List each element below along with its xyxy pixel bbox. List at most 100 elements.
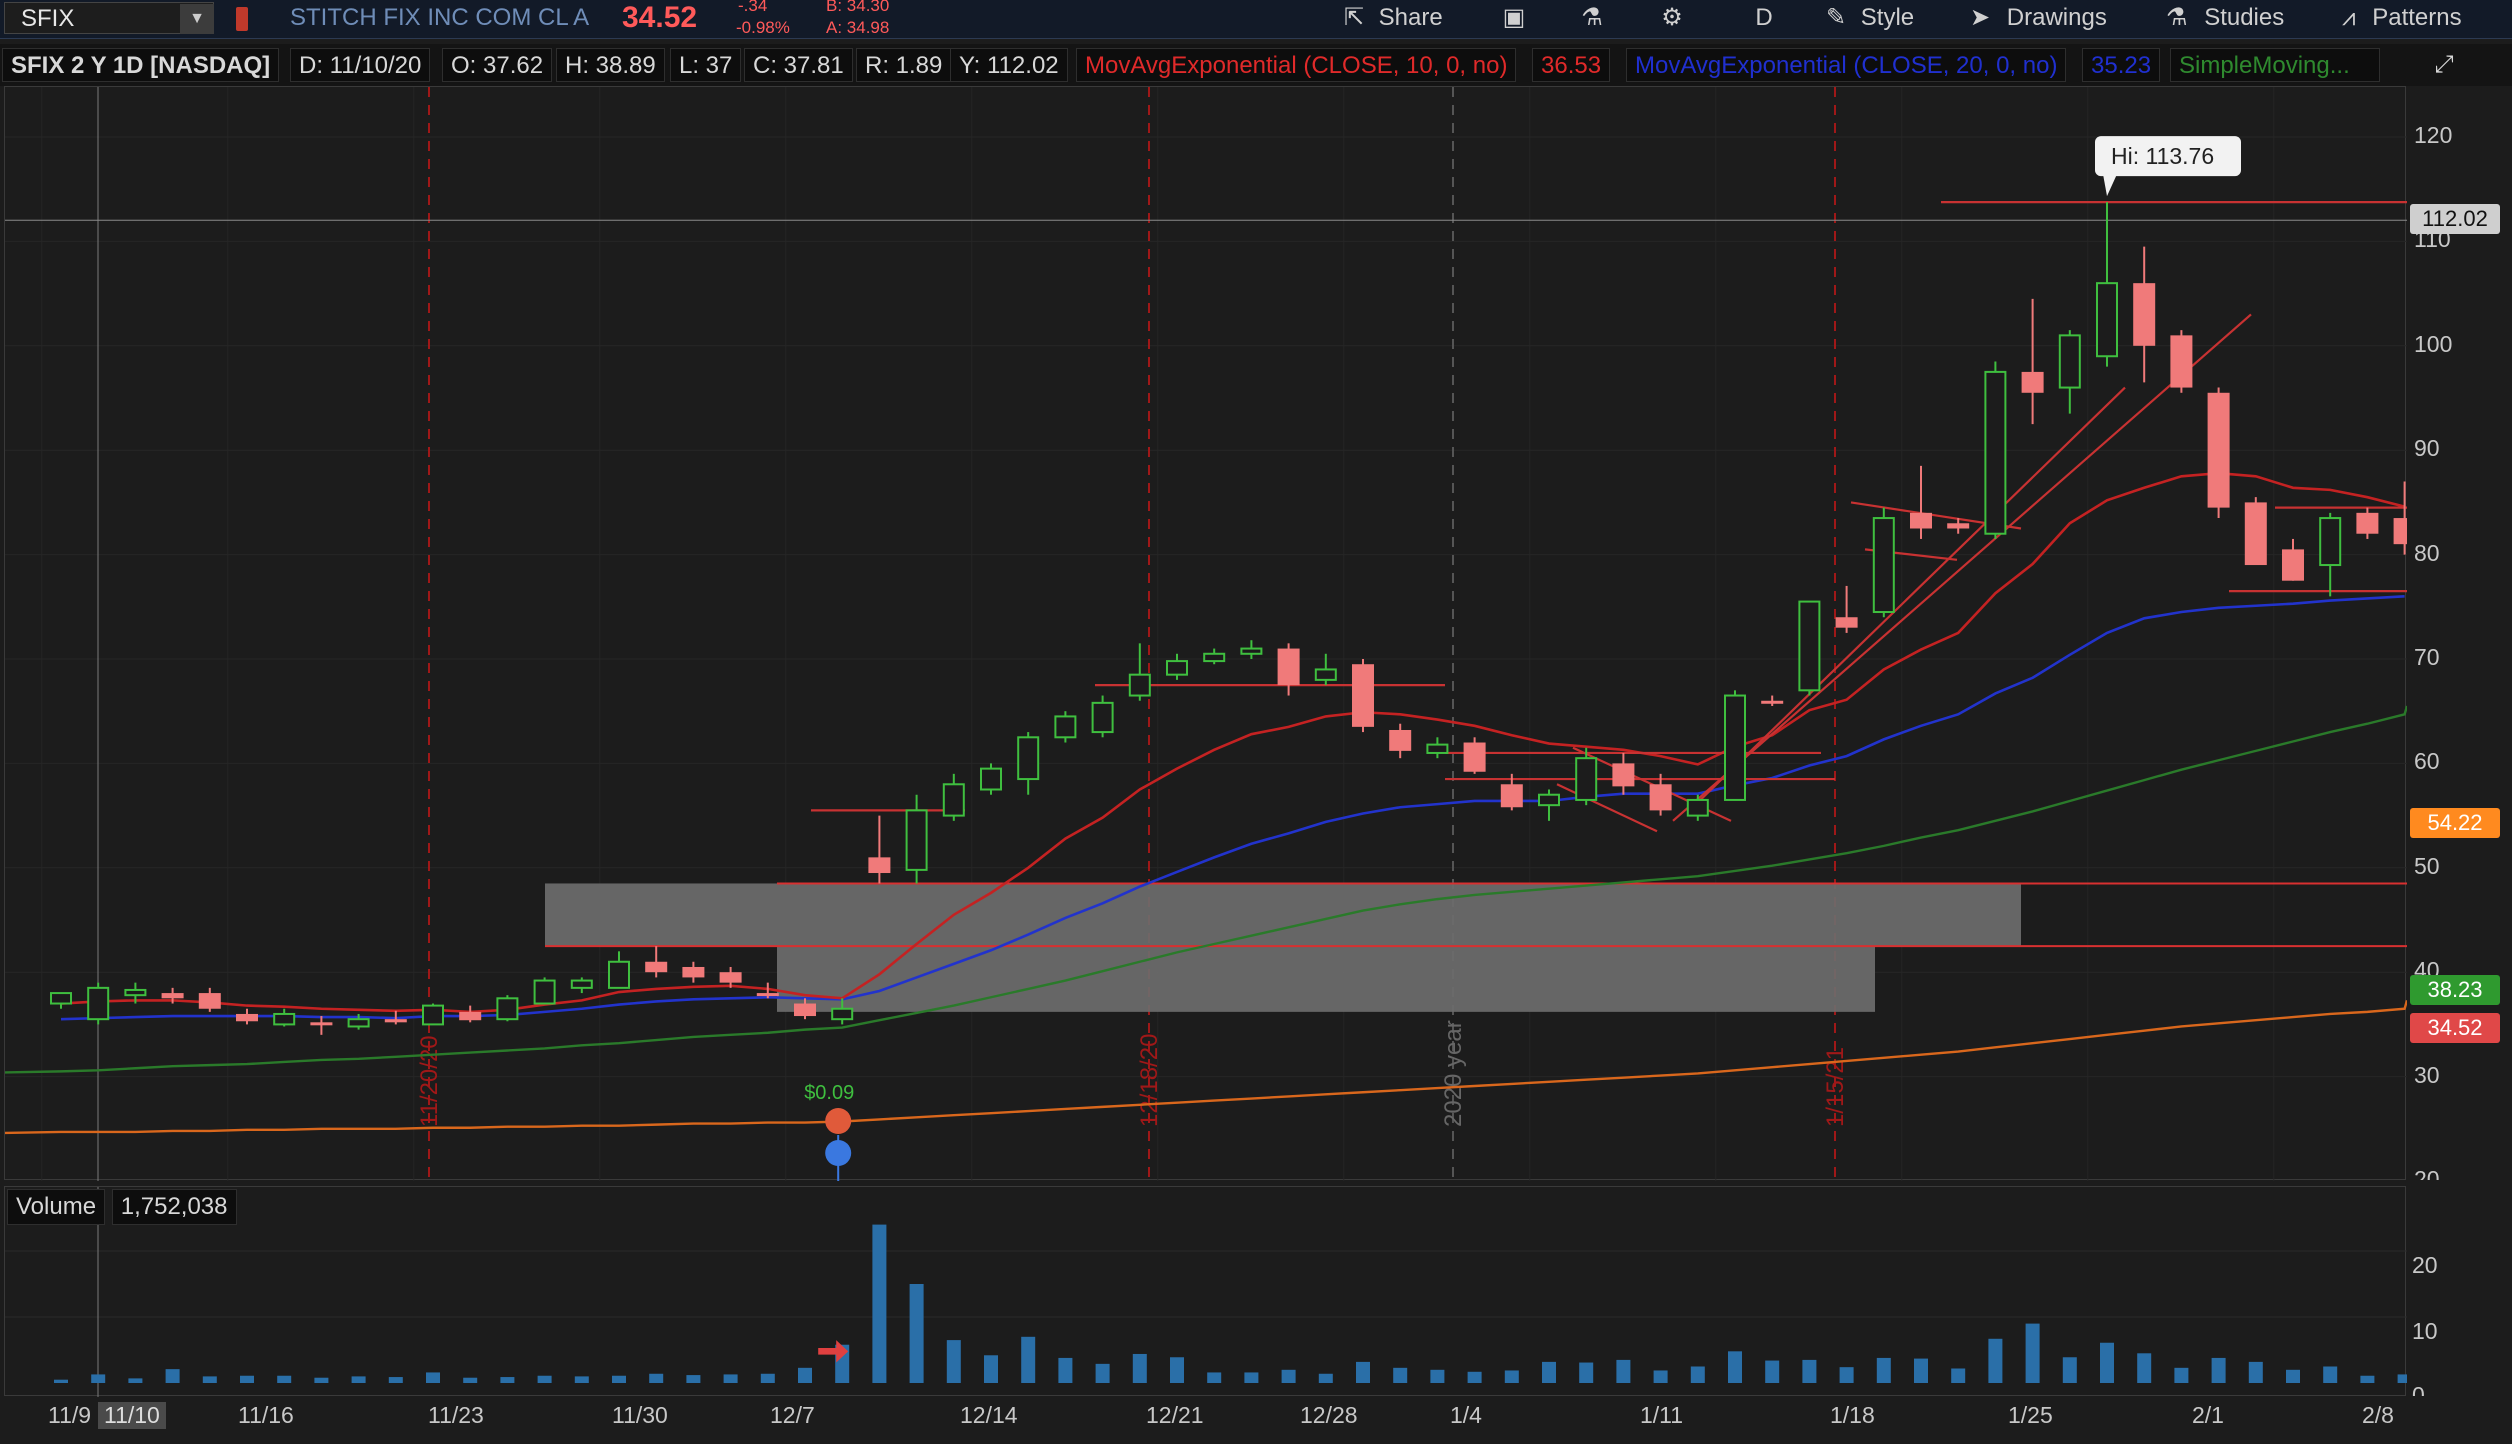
info-y-value: Y: 112.02 xyxy=(950,48,1068,82)
studies-label: Studies xyxy=(2204,4,2285,31)
date-tick: 1/4 xyxy=(1450,1402,1482,1428)
gear-icon: ⚙ xyxy=(1661,4,1683,31)
patterns-button[interactable]: ⩘ Patterns xyxy=(2342,0,2462,38)
beaker-button[interactable]: ⚗ xyxy=(1572,0,1612,38)
candle-body xyxy=(1724,694,1746,801)
drawings-button[interactable]: ➤ Drawings xyxy=(1970,0,2107,38)
share-button[interactable]: ⇱ Share xyxy=(1336,0,1443,38)
candle xyxy=(980,763,1002,795)
price-axis[interactable]: 120 110 100 90 80 70 60 50 40 30 20 112.02 54.22 38.… xyxy=(2406,86,2512,1180)
volume-bar xyxy=(1876,1357,1891,1383)
candle xyxy=(682,961,705,983)
candle-body xyxy=(1054,715,1077,739)
candle-body xyxy=(2058,334,2081,389)
candle xyxy=(1426,737,1449,759)
cursor-icon: ➤ xyxy=(1970,4,1991,31)
price-tick: 90 xyxy=(2414,435,2440,462)
date-tick: 11/30 xyxy=(612,1402,668,1428)
chart-settings-button[interactable]: ⤢ xyxy=(2416,48,2472,82)
candle-body xyxy=(719,972,742,983)
candle-body xyxy=(422,1004,444,1026)
style-button[interactable]: ✎ Style xyxy=(1826,0,1914,38)
share-label: Share xyxy=(1378,4,1443,31)
volume-bar xyxy=(1095,1363,1110,1383)
timeframe-button[interactable]: D xyxy=(1744,0,1784,38)
price-chart[interactable]: 11/20/20 12/18/20 2020 year 1/15/21 Hi: 113.… xyxy=(5,87,2407,1181)
price-tag: 38.23 xyxy=(2410,974,2500,1005)
candle-body xyxy=(645,961,668,973)
sma-study-label[interactable]: SimpleMoving... xyxy=(2170,48,2380,82)
alert-flag-icon[interactable] xyxy=(236,7,248,31)
studies-button[interactable]: ⚗ Studies xyxy=(2166,0,2284,38)
ema20-value: 35.23 xyxy=(2082,48,2161,82)
high-marker: Hi: 113.76 xyxy=(2095,136,2241,197)
volume-bar xyxy=(1058,1357,1073,1383)
candle-body xyxy=(2393,518,2407,545)
date-tick: 11/9 xyxy=(48,1402,92,1428)
volume-chart[interactable] xyxy=(5,1187,2407,1397)
earnings-icon xyxy=(825,1108,852,1134)
ask-price: A: 34.98 xyxy=(826,18,890,37)
share-icon: ⇱ xyxy=(1343,4,1365,31)
candle-body xyxy=(608,960,630,989)
candle-body xyxy=(1686,798,1709,817)
volume-bar xyxy=(872,1224,887,1383)
settings-button[interactable]: ⚙ xyxy=(1652,0,1692,38)
candle-body xyxy=(1091,701,1114,734)
screenshot-button[interactable]: ▣ xyxy=(1494,0,1534,38)
volume-bar xyxy=(1430,1369,1445,1383)
volume-bar xyxy=(1132,1353,1147,1383)
date-tick: 2/1 xyxy=(2192,1402,2224,1428)
candle-body xyxy=(1835,617,1858,628)
flask-icon: ⚗ xyxy=(2166,4,2188,31)
candle xyxy=(2282,538,2304,581)
info-open: O: 37.62 xyxy=(442,48,553,82)
period-label: 12/18/20 xyxy=(1136,1034,1163,1127)
candle-body xyxy=(794,1003,816,1017)
volume-bar xyxy=(2360,1375,2375,1383)
candle xyxy=(50,992,72,1009)
date-axis[interactable]: 11/9 11/10 11/16 11/23 11/30 12/7 12/14 12/21 12… xyxy=(0,1396,2512,1444)
candle-body xyxy=(236,1013,258,1022)
candle-body xyxy=(1910,512,1932,529)
price-chart-panel[interactable]: 11/20/20 12/18/20 2020 year 1/15/21 Hi: 113.… xyxy=(4,86,2407,1181)
candle-body xyxy=(1240,647,1263,655)
date-tick: 1/11 xyxy=(1640,1402,1684,1428)
volume-tick: 10 xyxy=(2412,1318,2438,1344)
candle-body xyxy=(459,1011,482,1021)
volume-bar xyxy=(2248,1361,2263,1383)
candle xyxy=(2356,507,2379,539)
volume-panel[interactable]: Volume 1,752,038 xyxy=(4,1186,2407,1397)
symbol-dropdown-button[interactable]: ▼ xyxy=(180,4,214,34)
volume-bar xyxy=(1021,1336,1036,1383)
volume-bar xyxy=(1504,1370,1519,1383)
volume-bar xyxy=(165,1369,180,1383)
volume-bar xyxy=(686,1375,701,1383)
candle xyxy=(273,1008,296,1027)
patterns-icon: ⩘ xyxy=(2342,4,2356,31)
candle xyxy=(236,1008,258,1025)
price-tag: 34.52 xyxy=(2410,1013,2500,1044)
volume-bar xyxy=(2100,1342,2114,1383)
volume-bar xyxy=(277,1375,292,1383)
chart-info-bar: SFIX 2 Y 1D [NASDAQ] D: 11/10/20 O: 37.6… xyxy=(0,44,2512,86)
candle xyxy=(1724,690,1746,801)
candle-body xyxy=(1128,673,1151,697)
volume-bar xyxy=(1281,1369,1296,1383)
candle-body xyxy=(1017,736,1040,781)
volume-bar xyxy=(574,1376,589,1383)
volume-bar xyxy=(1914,1358,1928,1383)
last-price: 34.52 xyxy=(622,1,698,34)
ema10-study-label[interactable]: MovAvgExponential (CLOSE, 10, 0, no) xyxy=(1076,48,1517,82)
volume-bar xyxy=(1765,1360,1780,1383)
top-toolbar: SFIX ▼ STITCH FIX INC COM CL A 34.52 -.3… xyxy=(0,0,2512,39)
candle-body xyxy=(273,1012,296,1026)
candle-body xyxy=(347,1018,370,1028)
volume-bar xyxy=(2174,1367,2189,1383)
candle-body xyxy=(124,988,147,997)
candle-body xyxy=(1612,763,1635,787)
candle-body xyxy=(1872,517,1895,614)
price-tick: 50 xyxy=(2414,852,2440,879)
candle-body xyxy=(1761,700,1784,704)
ema20-study-label[interactable]: MovAvgExponential (CLOSE, 20, 0, no) xyxy=(1626,48,2067,82)
